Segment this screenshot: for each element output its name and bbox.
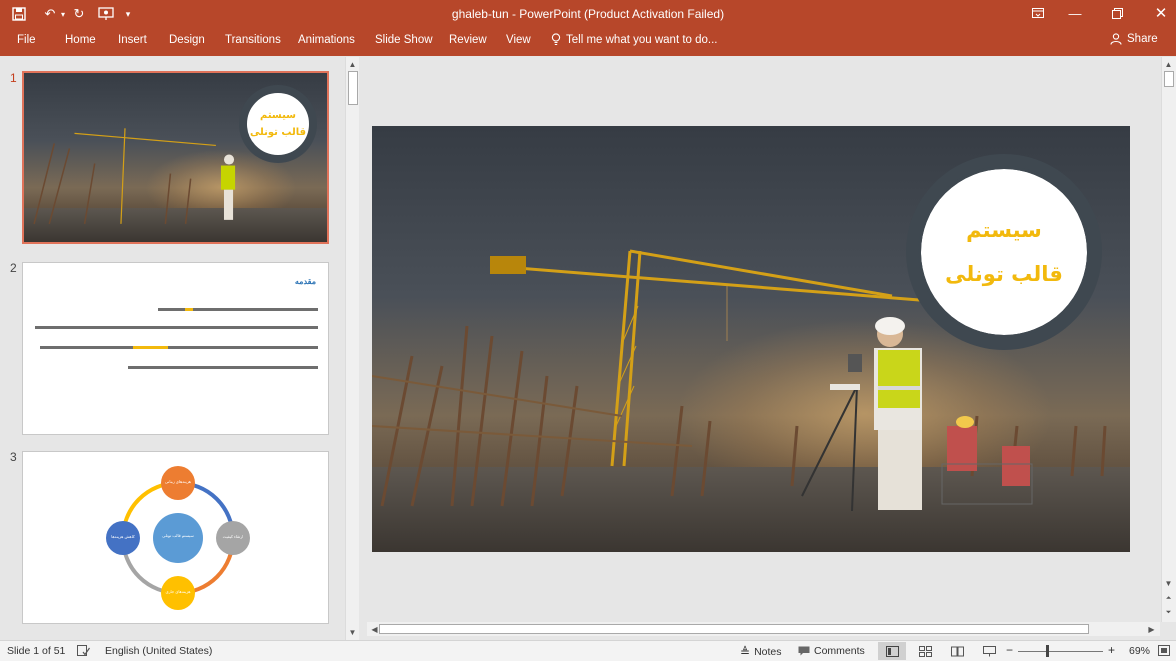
thumb-number-3: 3 [10,450,17,464]
cycle-node-right: ارتقاء کیفیت [222,534,244,539]
slide-vertical-scrollbar[interactable]: ▲ ▼ ⏶ ⏷ [1161,57,1176,622]
ribbon-display-icon[interactable] [1023,2,1053,24]
cycle-node-top: هزینه‌های زمانی [164,479,192,484]
scroll-thumb[interactable] [348,71,358,105]
badge-line2-thumb: قالب تونلی [249,127,307,138]
text-line [158,308,318,311]
title-badge[interactable]: سیستم قالب تونلی [906,154,1102,350]
scroll-thumb[interactable] [1164,71,1174,87]
title-badge-thumb: سیستم قالب تونلی [239,85,317,163]
tab-home[interactable]: Home [65,34,96,46]
thumbnail-scrollbar[interactable]: ▲ ▼ [345,57,359,640]
zoom-slider-thumb[interactable] [1046,645,1049,657]
scroll-up-icon[interactable]: ▲ [1162,58,1175,71]
slide-thumbnail-2[interactable]: مقدمه [22,262,329,435]
slide-thumbnail-3[interactable]: سیستم قالب تونلی هزینه‌های زمانی ارتقاء … [22,451,329,624]
close-icon[interactable]: ✕ [1146,2,1176,24]
scroll-thumb[interactable] [379,624,1089,634]
zoom-slider[interactable] [1018,651,1103,652]
tab-design[interactable]: Design [169,34,205,46]
zoom-level[interactable]: 69% [1129,645,1150,657]
slide-counter: Slide 1 of 51 [7,645,66,657]
share-label: Share [1127,33,1158,45]
cycle-node-bottom: هزینه‌های جاری [165,589,191,594]
notes-button[interactable]: ≜ Notes [740,645,782,659]
powerpoint-window: ↶ ▾ ↻ ▾ ghaleb-tun - PowerPoint (Product… [0,0,1176,661]
text-highlight [133,346,168,349]
text-highlight [185,308,193,311]
slide-thumbnail-1[interactable]: سیستم قالب تونلی [22,71,329,244]
next-slide-icon[interactable]: ⏷ [1162,606,1175,619]
text-line [40,346,318,349]
cycle-node-left: کاهش هزینه‌ها [111,534,135,539]
person-icon [1110,33,1122,45]
badge-line2: قالب تونلی [945,262,1063,286]
tab-insert[interactable]: Insert [118,34,147,46]
normal-view-icon[interactable] [878,642,906,660]
status-bar: Slide 1 of 51 English (United States) ≜ … [0,640,1176,661]
tab-slide-show[interactable]: Slide Show [375,34,433,46]
text-line [35,326,318,329]
text-line [128,366,318,369]
restore-icon[interactable] [1102,2,1132,24]
minimize-icon[interactable]: — [1060,2,1090,24]
tab-view[interactable]: View [506,34,531,46]
tab-transitions[interactable]: Transitions [225,34,281,46]
lightbulb-icon [551,33,561,45]
slide-thumbnail-pane: 1 2 3 سیستم قالب تونلی مقدمه سیستم قالب … [0,57,345,640]
slide-sorter-icon[interactable] [911,642,939,660]
zoom-out-icon[interactable]: − [1006,643,1013,657]
slideshow-view-icon[interactable] [975,642,1003,660]
fit-slide-icon[interactable] [1158,645,1170,656]
share-button[interactable]: Share [1110,33,1158,45]
comments-button[interactable]: Comments [798,645,865,657]
ribbon-tabs: File Home Insert Design Transitions Anim… [0,28,1176,56]
tell-me-box[interactable]: Tell me what you want to do... [551,33,718,46]
previous-slide-icon[interactable]: ⏶ [1162,592,1175,605]
tab-file[interactable]: File [17,34,36,46]
main-slide[interactable]: سیستم قالب تونلی [372,126,1130,552]
tab-animations[interactable]: Animations [298,34,355,46]
notes-icon: ≜ [740,645,751,659]
badge-line1: سیستم [966,218,1042,242]
thumb-number-1: 1 [10,71,17,85]
language-indicator[interactable]: English (United States) [105,645,212,657]
tell-me-text: Tell me what you want to do... [566,33,718,46]
scroll-down-icon[interactable]: ▼ [346,626,359,639]
comments-label: Comments [814,645,865,657]
intro-title: مقدمه [294,277,316,286]
slide-horizontal-scrollbar[interactable]: ◀ ▶ [367,622,1160,636]
tab-review[interactable]: Review [449,34,487,46]
spellcheck-icon[interactable] [77,645,90,656]
scroll-up-icon[interactable]: ▲ [346,58,359,71]
cycle-center-label: سیستم قالب تونلی [162,533,194,538]
scroll-down-icon[interactable]: ▼ [1162,577,1175,590]
thumb-number-2: 2 [10,261,17,275]
reading-view-icon[interactable] [943,642,971,660]
zoom-in-icon[interactable]: + [1108,643,1115,657]
badge-line1-thumb: سیستم [259,110,296,121]
title-bar: ↶ ▾ ↻ ▾ ghaleb-tun - PowerPoint (Product… [0,0,1176,28]
document-title: ghaleb-tun - PowerPoint (Product Activat… [451,7,725,21]
comment-icon [798,646,810,656]
scroll-right-icon[interactable]: ▶ [1145,623,1158,636]
notes-label: Notes [754,646,782,658]
